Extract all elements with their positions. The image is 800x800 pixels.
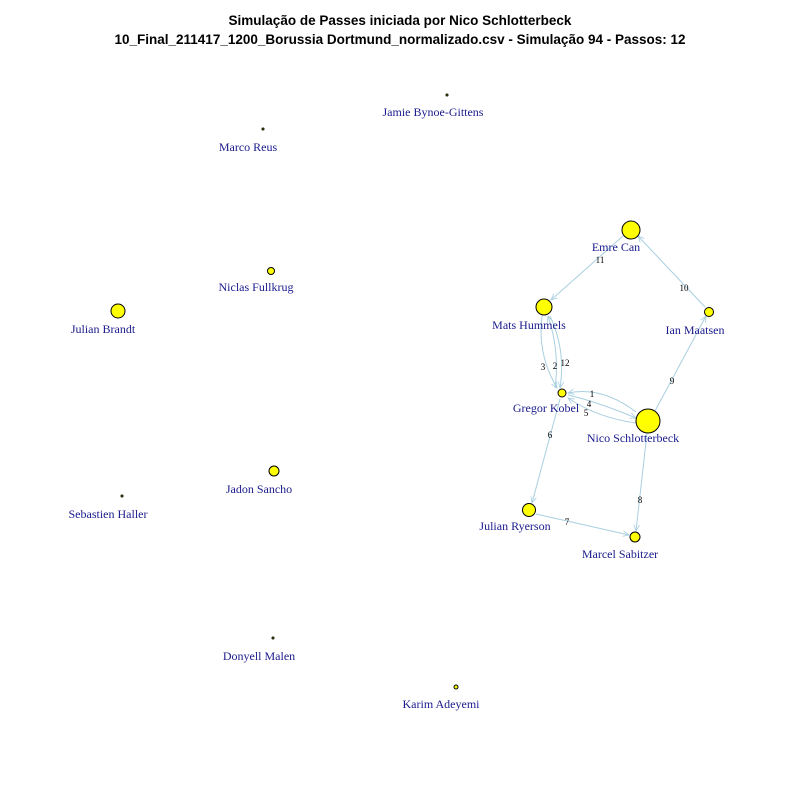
player-label-fullkrug: Niclas Fullkrug	[219, 280, 294, 294]
player-label-sabitzer: Marcel Sabitzer	[582, 547, 658, 561]
player-node-schlotterbeck	[635, 408, 661, 434]
pass-step-label: 9	[670, 376, 675, 386]
pass-step-label: 1	[590, 389, 595, 399]
labels-layer: 123456789101112Jamie Bynoe-GittensMarco …	[69, 105, 725, 711]
pass-step-label: 3	[541, 362, 546, 372]
player-node-haller	[120, 494, 124, 498]
player-label-adeyemi: Karim Adeyemi	[403, 697, 481, 711]
player-label-hummels: Mats Hummels	[492, 318, 566, 332]
player-label-jamie: Jamie Bynoe-Gittens	[383, 105, 484, 119]
player-label-schlotterbeck: Nico Schlotterbeck	[587, 431, 679, 445]
player-node-reus	[261, 127, 265, 131]
pass-step-label: 12	[561, 358, 570, 368]
player-node-sabitzer	[629, 531, 641, 543]
player-node-can	[621, 220, 641, 240]
nodes-layer	[110, 93, 714, 690]
player-node-jamie	[445, 93, 449, 97]
player-node-maatsen	[704, 307, 714, 317]
pass-network-graph: 123456789101112Jamie Bynoe-GittensMarco …	[69, 93, 725, 711]
pass-step-label: 6	[548, 430, 553, 440]
player-label-reus: Marco Reus	[219, 140, 278, 154]
player-label-can: Emre Can	[592, 240, 640, 254]
player-node-brandt	[110, 303, 126, 319]
player-node-adeyemi	[453, 684, 459, 690]
pass-step-label: 7	[565, 517, 570, 527]
player-label-maatsen: Ian Maatsen	[666, 323, 725, 337]
pass-step-label: 5	[584, 408, 589, 418]
pass-step-label: 2	[553, 361, 558, 371]
pass-step-label: 8	[638, 495, 643, 505]
player-label-brandt: Julian Brandt	[71, 322, 136, 336]
pass-edge-10	[638, 236, 706, 308]
pass-step-label: 10	[680, 283, 690, 293]
player-node-ryerson	[522, 503, 536, 517]
player-label-haller: Sebastien Haller	[69, 507, 148, 521]
player-label-kobel: Gregor Kobel	[513, 401, 580, 415]
player-label-sancho: Jadon Sancho	[226, 482, 292, 496]
player-node-hummels	[535, 298, 553, 316]
player-node-malen	[271, 636, 275, 640]
pass-step-label: 11	[596, 255, 605, 265]
pass-edge-8	[636, 432, 648, 531]
player-node-fullkrug	[267, 267, 275, 275]
player-label-malen: Donyell Malen	[223, 649, 295, 663]
player-node-sancho	[268, 465, 280, 477]
player-node-kobel	[557, 388, 567, 398]
edges-layer	[532, 236, 706, 535]
player-label-ryerson: Julian Ryerson	[479, 519, 550, 533]
